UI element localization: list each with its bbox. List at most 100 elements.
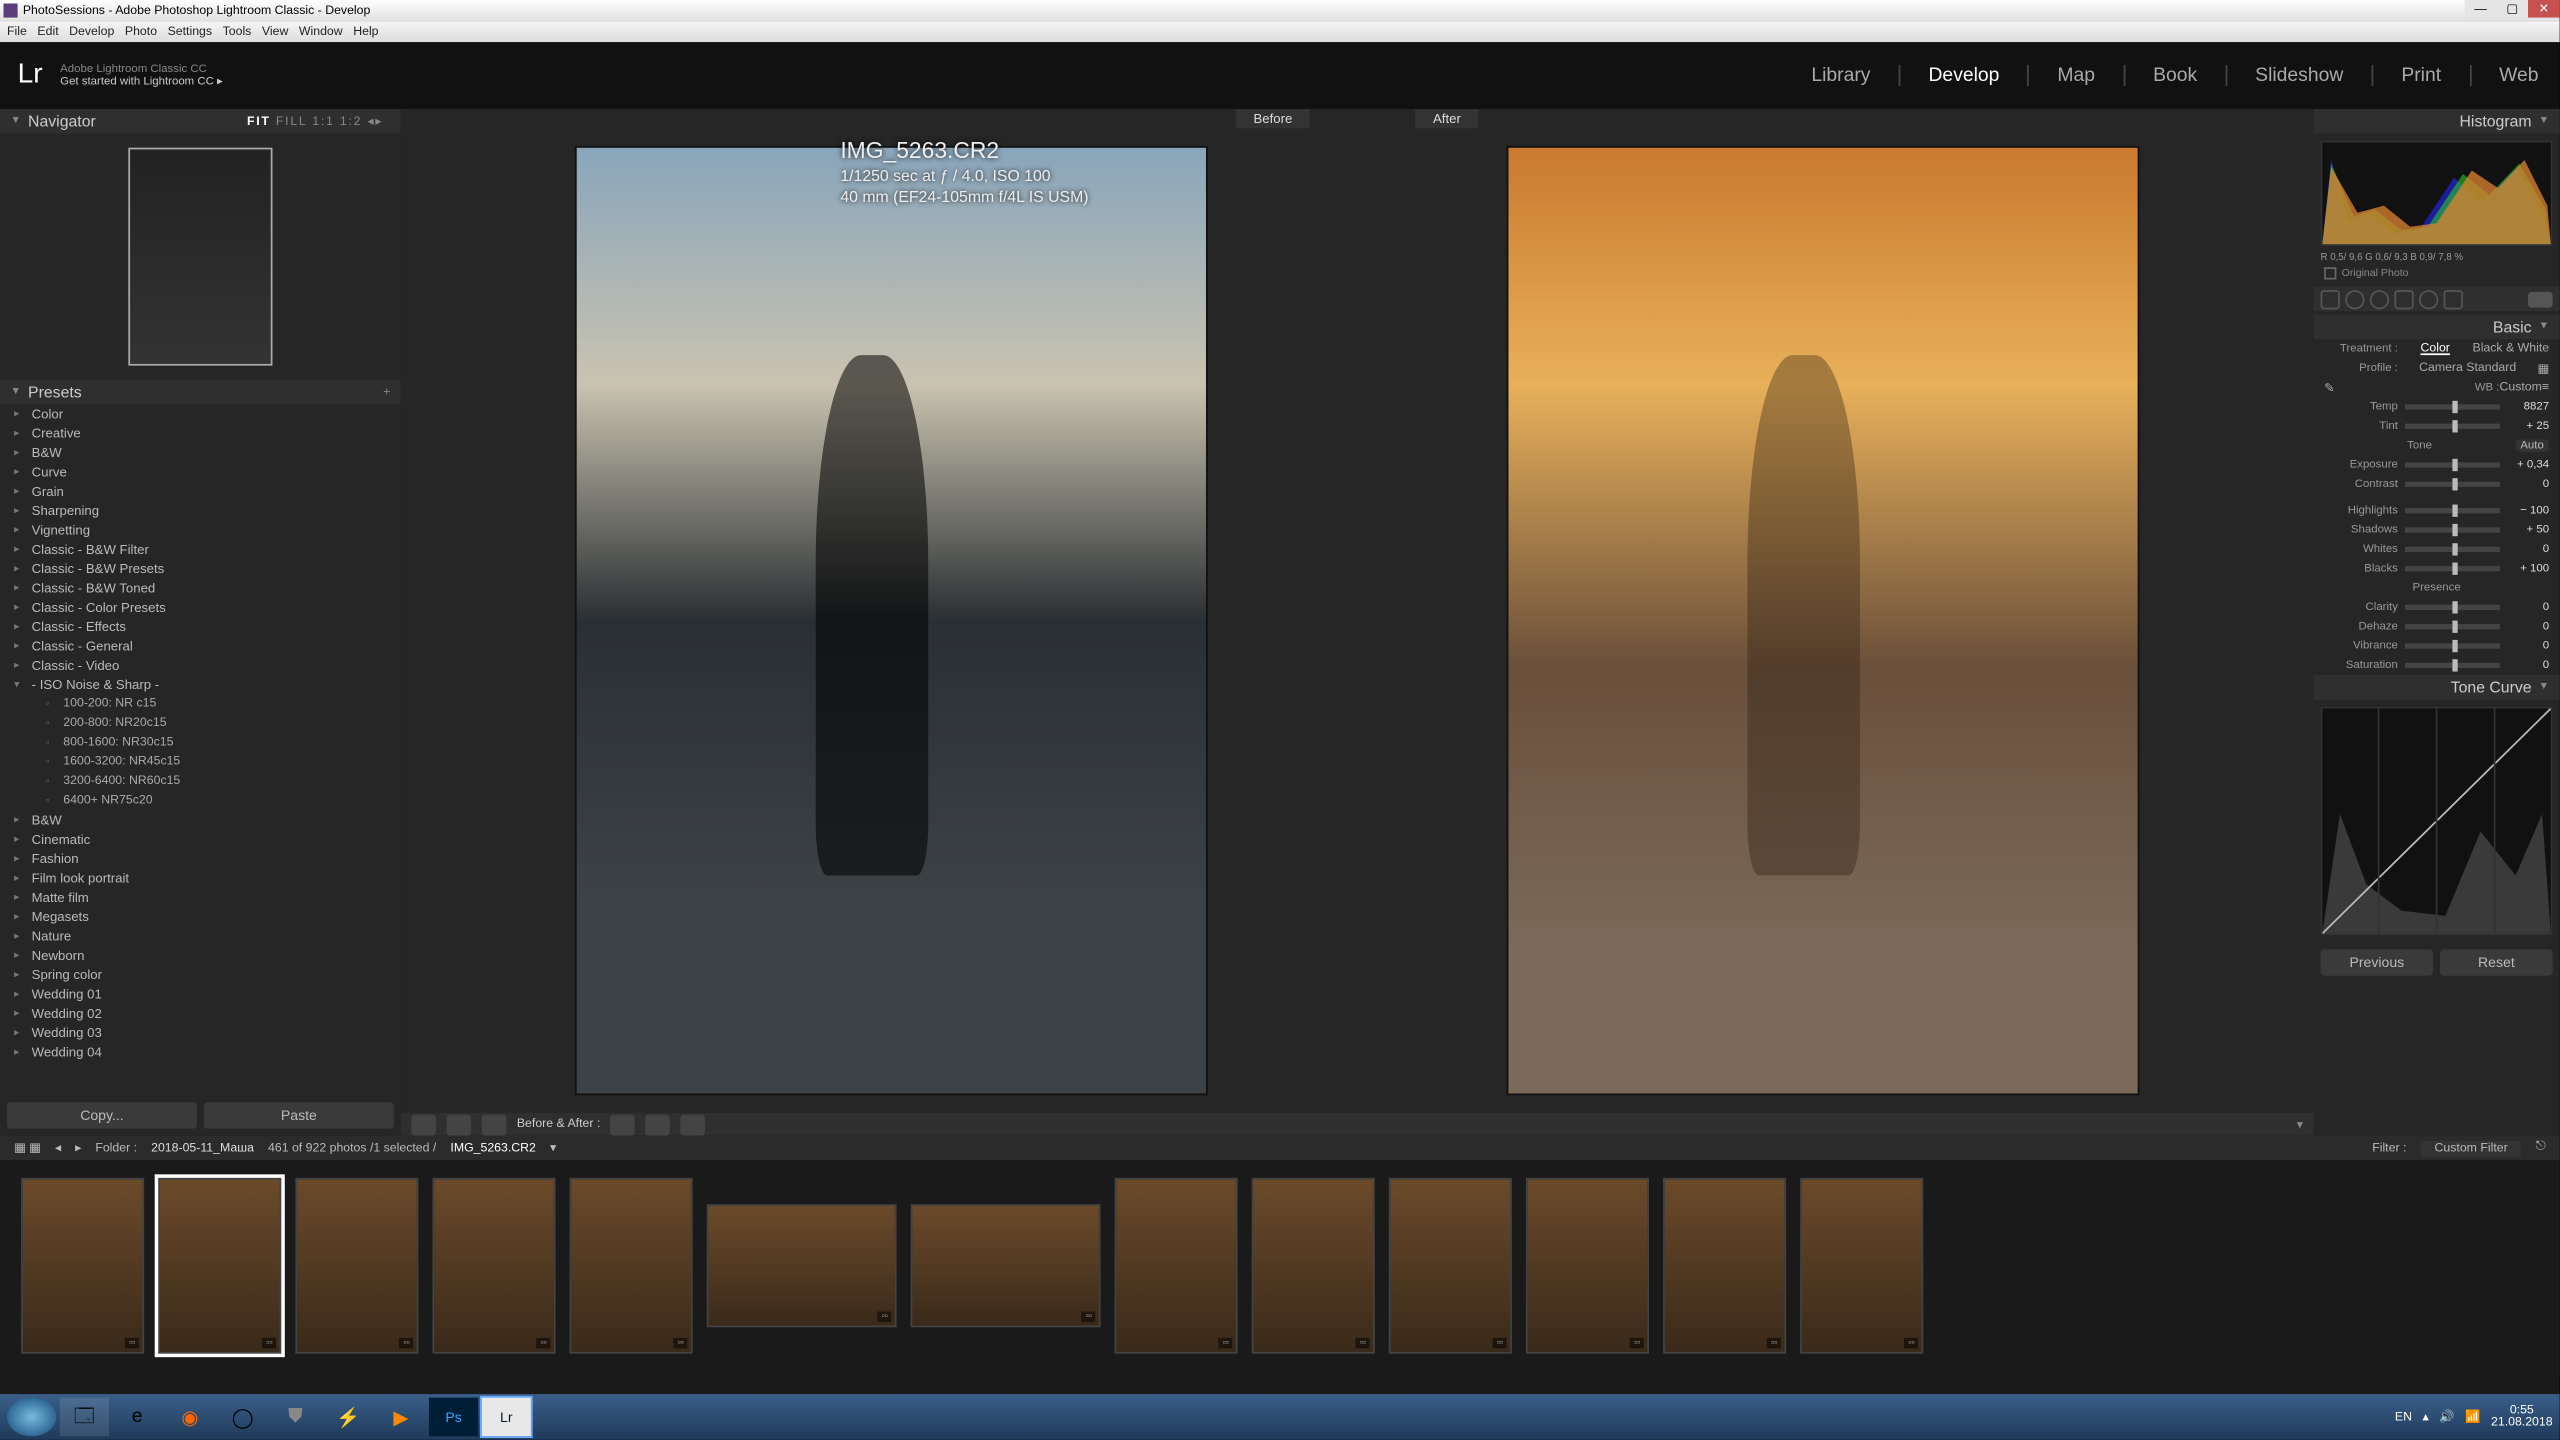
window-close[interactable]: ✕	[2528, 0, 2560, 18]
filmstrip-thumb[interactable]: ▫▫	[570, 1178, 693, 1354]
slider-temp[interactable]: Temp8827	[2314, 397, 2560, 416]
taskbar-clock[interactable]: 0:55 21.08.2018	[2491, 1405, 2553, 1430]
preset-item[interactable]: ▸Classic - B&W Presets	[14, 559, 401, 578]
taskbar-volume-icon[interactable]: 🔊	[2439, 1410, 2454, 1424]
filmstrip-thumb[interactable]: ▫▫	[158, 1178, 281, 1354]
treatment-color[interactable]: Color	[2420, 343, 2449, 355]
tone-curve[interactable]	[2321, 707, 2553, 936]
redeye-tool-icon[interactable]	[2370, 289, 2389, 308]
preset-item[interactable]: ▸Curve	[14, 462, 401, 481]
slider-whites[interactable]: Whites0	[2314, 540, 2560, 559]
filmstrip-thumb[interactable]: ▫▫	[1526, 1178, 1649, 1354]
taskbar-network-icon[interactable]: 📶	[2465, 1410, 2480, 1424]
taskbar-tray-icon[interactable]: ▴	[2423, 1410, 2429, 1424]
module-slideshow[interactable]: Slideshow	[2252, 65, 2347, 86]
preset-item[interactable]: ▸Fashion	[14, 849, 401, 868]
before-photo[interactable]	[575, 146, 1208, 1095]
preset-item[interactable]: ▸Creative	[14, 424, 401, 443]
menu-view[interactable]: View	[262, 25, 288, 37]
preset-item[interactable]: ▸Classic - B&W Filter	[14, 540, 401, 559]
preset-item[interactable]: ▸Nature	[14, 926, 401, 945]
preset-item[interactable]: ▸Classic - Color Presets	[14, 598, 401, 617]
wb-menu-icon[interactable]: ≡	[2542, 381, 2549, 393]
slider-blacks[interactable]: Blacks+ 100	[2314, 559, 2560, 578]
preset-item[interactable]: ▸Wedding 03	[14, 1023, 401, 1042]
slider-dehaze[interactable]: Dehaze0	[2314, 617, 2560, 636]
menu-settings[interactable]: Settings	[168, 25, 212, 37]
nav-fwd-icon[interactable]: ▸	[75, 1141, 81, 1155]
original-photo-checkbox[interactable]	[2324, 267, 2336, 279]
histogram[interactable]	[2321, 141, 2553, 246]
slider-exposure[interactable]: Exposure+ 0,34	[2314, 455, 2560, 474]
preset-item[interactable]: ▸B&W	[14, 810, 401, 829]
slider-vibrance[interactable]: Vibrance0	[2314, 636, 2560, 655]
grad-tool-icon[interactable]	[2394, 289, 2413, 308]
taskbar-chrome-icon[interactable]: ◯	[218, 1398, 267, 1437]
taskbar-explorer-icon[interactable]: 🗔	[60, 1398, 109, 1437]
menu-develop[interactable]: Develop	[69, 25, 114, 37]
preset-item[interactable]: ▸Grain	[14, 482, 401, 501]
brush-tool-icon[interactable]	[2444, 289, 2463, 308]
slider-clarity[interactable]: Clarity0	[2314, 598, 2560, 617]
preset-item[interactable]: ▸Wedding 04	[14, 1042, 401, 1061]
menu-file[interactable]: File	[7, 25, 27, 37]
slider-contrast[interactable]: Contrast0	[2314, 475, 2560, 494]
wb-value[interactable]: Custom	[2499, 381, 2541, 393]
taskbar-media-icon[interactable]: ▶	[376, 1398, 425, 1437]
grid-icon[interactable]: ▦ ▦	[14, 1141, 41, 1155]
preset-item[interactable]: ▸Classic - Video	[14, 656, 401, 675]
menu-help[interactable]: Help	[353, 25, 378, 37]
filmstrip-thumb[interactable]: ▫▫	[295, 1178, 418, 1354]
profile-value[interactable]: Camera Standard	[2398, 362, 2538, 374]
menu-tools[interactable]: Tools	[223, 25, 252, 37]
crop-tool-icon[interactable]	[2321, 289, 2340, 308]
preset-item[interactable]: ▸Classic - Effects	[14, 617, 401, 636]
preset-item[interactable]: ▸Spring color	[14, 965, 401, 984]
preset-item[interactable]: ▫1600-3200: NR45c15	[14, 752, 401, 771]
preset-item[interactable]: ▸Classic - B&W Toned	[14, 578, 401, 597]
navigator-header[interactable]: ▼ Navigator FIT FILL 1:1 1:2 ◂▸	[0, 109, 401, 134]
reset-button[interactable]: Reset	[2440, 949, 2553, 975]
slider-tint[interactable]: Tint+ 25	[2314, 417, 2560, 436]
taskbar-photoshop-icon[interactable]: Ps	[429, 1398, 478, 1437]
window-maximize[interactable]: ▢	[2496, 0, 2528, 18]
nav-back-icon[interactable]: ◂	[55, 1141, 61, 1155]
taskbar-firefox-icon[interactable]: ◉	[165, 1398, 214, 1437]
treatment-bw[interactable]: Black & White	[2472, 343, 2549, 355]
start-button[interactable]	[7, 1398, 56, 1437]
copy-button[interactable]: Copy...	[7, 1102, 197, 1128]
presets-header[interactable]: ▼ Presets +	[0, 380, 401, 405]
taskbar-app-icon[interactable]: ⛊	[271, 1398, 320, 1437]
filmstrip[interactable]: ▫▫▫▫▫▫▫▫▫▫▫▫▫▫▫▫▫▫▫▫▫▫▫▫▫▫	[0, 1160, 2560, 1371]
radial-tool-icon[interactable]	[2419, 289, 2438, 308]
preset-item[interactable]: ▸Wedding 01	[14, 984, 401, 1003]
profile-grid-icon[interactable]: ▦	[2537, 361, 2549, 375]
preset-item[interactable]: ▫200-800: NR20c15	[14, 714, 401, 733]
slider-shadows[interactable]: Shadows+ 50	[2314, 520, 2560, 539]
menu-edit[interactable]: Edit	[37, 25, 58, 37]
navigator-thumbnail[interactable]	[128, 148, 272, 366]
module-develop[interactable]: Develop	[1925, 65, 2003, 86]
preset-item[interactable]: ▸Film look portrait	[14, 868, 401, 887]
taskbar-winamp-icon[interactable]: ⚡	[323, 1398, 372, 1437]
navigator-zoom[interactable]: FIT FILL 1:1 1:2 ◂▸	[247, 114, 390, 128]
chevron-down-icon[interactable]: ▼	[2539, 322, 2549, 333]
header-sub2[interactable]: Get started with Lightroom CC ▸	[60, 76, 223, 89]
filter-lock-icon[interactable]: ⎋	[2536, 1141, 2546, 1155]
taskbar-lightroom-icon[interactable]: Lr	[482, 1398, 531, 1437]
preset-item[interactable]: ▸Cinematic	[14, 830, 401, 849]
filmstrip-thumb[interactable]: ▫▫	[1663, 1178, 1786, 1354]
preset-item[interactable]: ▸Color	[14, 404, 401, 423]
swap-icon[interactable]	[611, 1114, 636, 1135]
loupe-view-icon[interactable]	[411, 1114, 436, 1135]
module-library[interactable]: Library	[1808, 65, 1874, 86]
before-after-icon[interactable]	[447, 1114, 472, 1135]
tool-switch[interactable]	[2528, 291, 2553, 307]
preset-item[interactable]: ▫800-1600: NR30c15	[14, 733, 401, 752]
filmstrip-thumb[interactable]: ▫▫	[1252, 1178, 1375, 1354]
module-map[interactable]: Map	[2054, 65, 2099, 86]
preset-item[interactable]: ▸Megasets	[14, 907, 401, 926]
menu-photo[interactable]: Photo	[125, 25, 157, 37]
preset-item[interactable]: ▸Vignetting	[14, 520, 401, 539]
preset-item[interactable]: ▸Matte film	[14, 888, 401, 907]
